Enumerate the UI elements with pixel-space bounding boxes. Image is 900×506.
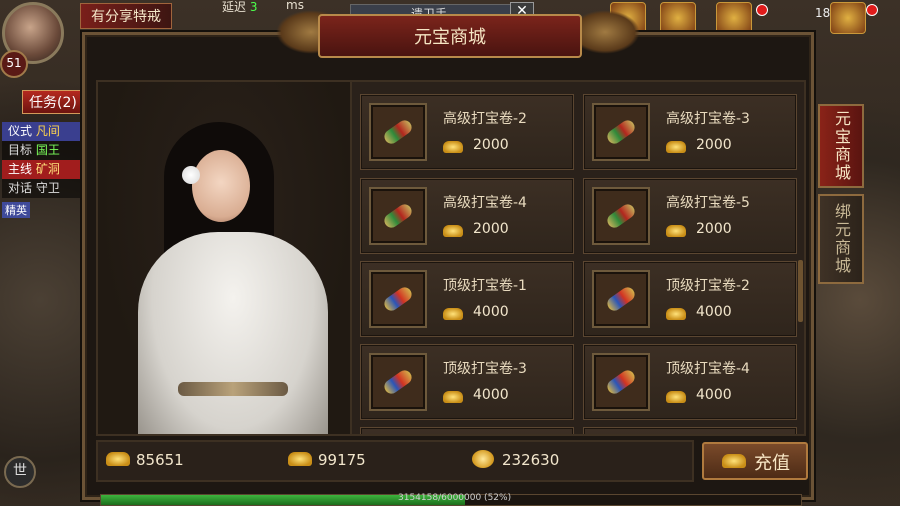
yuanbao-icon [666, 308, 686, 320]
yuanbao-icon [666, 391, 686, 403]
item-icon-frame [369, 103, 427, 161]
character-art-panel [96, 80, 356, 436]
item-name: 高级打宝卷-5 [666, 195, 750, 211]
yuanbao-icon [443, 391, 463, 403]
shop-item-card[interactable]: 高级打宝卷-2 2000 [360, 94, 574, 170]
item-icon-frame [369, 270, 427, 328]
yuanbao-icon [722, 454, 746, 468]
blue-scroll-icon [604, 284, 638, 314]
notification-dot-icon [756, 4, 768, 16]
item-price: 4000 [473, 304, 509, 320]
quest-value: 凡间 [35, 124, 60, 138]
quest-tab[interactable]: 任务(2) [22, 90, 84, 114]
green-scroll-icon [604, 201, 638, 231]
item-price: 4000 [473, 387, 509, 403]
item-price: 4000 [696, 304, 732, 320]
recharge-label: 充值 [754, 453, 790, 474]
notification-dot-icon [866, 4, 878, 16]
character-dress [138, 232, 328, 434]
item-icon-frame [592, 187, 650, 245]
yuanbao-icon [106, 452, 130, 466]
recharge-button[interactable]: 充值 [702, 442, 808, 480]
quest-tag: 目标 [8, 143, 33, 157]
blue-scroll-icon [604, 367, 638, 397]
yuanbao-icon [666, 141, 686, 153]
item-price: 4000 [696, 387, 732, 403]
quest-tag: 仪式 [8, 124, 33, 138]
gift-icon[interactable] [716, 2, 752, 34]
voice-mic-button[interactable]: 世 [4, 456, 36, 488]
quest-row[interactable]: 对话 守卫 [2, 179, 88, 198]
flower-icon [182, 166, 200, 184]
shop-item-card[interactable] [360, 427, 574, 434]
quest-tag: 对话 [8, 181, 33, 195]
currency-bar: 85651 99175 232630 [96, 440, 694, 482]
green-scroll-icon [604, 117, 638, 147]
quest-value: 守卫 [35, 181, 60, 195]
player-level-badge: 51 [0, 50, 28, 78]
item-name: 顶级打宝卷-1 [443, 278, 527, 294]
quest-value: 国王 [35, 143, 60, 157]
quest-row[interactable]: 仪式 凡间 [2, 122, 88, 141]
bound-yuanbao-balance: 99175 [318, 451, 366, 469]
experience-text: 3154158/6000000 (52%) [398, 493, 512, 503]
latency-label-text: 延迟 [222, 0, 247, 14]
gift-icon[interactable] [830, 2, 866, 34]
shop-item-card[interactable]: 顶级打宝卷-1 4000 [360, 261, 574, 337]
item-icon-frame [592, 103, 650, 161]
item-icon-frame [592, 353, 650, 411]
elite-label: 精英 [2, 202, 30, 218]
item-price: 2000 [696, 137, 732, 153]
quest-value: 矿洞 [35, 162, 60, 176]
green-scroll-icon [381, 201, 415, 231]
item-icon-frame [592, 270, 650, 328]
bound-yuanbao-icon [288, 452, 312, 466]
blue-scroll-icon [381, 284, 415, 314]
item-price: 2000 [473, 221, 509, 237]
item-icon-frame [369, 187, 427, 245]
tab-yuanbao-shop[interactable]: 元宝商城 [818, 104, 864, 188]
item-name: 顶级打宝卷-3 [443, 361, 527, 377]
shop-item-card[interactable] [583, 427, 797, 434]
latency-label: 延迟 3 [222, 0, 257, 15]
item-price: 2000 [696, 221, 732, 237]
yuanbao-icon [443, 308, 463, 320]
item-icon-frame [369, 353, 427, 411]
item-name: 高级打宝卷-4 [443, 195, 527, 211]
character-belt [178, 382, 288, 396]
shop-item-card[interactable]: 高级打宝卷-3 2000 [583, 94, 797, 170]
yuanbao-icon [443, 225, 463, 237]
quest-list: 仪式 凡间 目标 国王 主线 矿洞 对话 守卫 [2, 122, 88, 198]
item-name: 顶级打宝卷-4 [666, 361, 750, 377]
blue-scroll-icon [381, 367, 415, 397]
latency-value: 3 [249, 0, 258, 14]
item-name: 顶级打宝卷-2 [666, 278, 750, 294]
items-scrollbar[interactable] [798, 260, 803, 322]
yuanbao-icon [443, 141, 463, 153]
item-name: 高级打宝卷-3 [666, 111, 750, 127]
shop-item-grid[interactable]: 高级打宝卷-2 2000 高级打宝卷-3 2000 高级打宝卷-4 2000 高… [350, 80, 806, 436]
quest-tag: 主线 [8, 162, 33, 176]
item-name: 高级打宝卷-2 [443, 111, 527, 127]
quest-row[interactable]: 主线 矿洞 [2, 160, 88, 179]
tab-bound-yuanbao-shop[interactable]: 绑元商城 [818, 194, 864, 284]
clock-text: 18 [815, 6, 831, 20]
yuanbao-balance: 85651 [136, 451, 184, 469]
character-face [192, 150, 250, 222]
gift-icon[interactable] [660, 2, 696, 34]
green-scroll-icon [381, 117, 415, 147]
shop-item-card[interactable]: 顶级打宝卷-4 4000 [583, 344, 797, 420]
hud-banner-title[interactable]: 有分享特戒 [80, 3, 172, 29]
quest-row[interactable]: 目标 国王 [2, 141, 88, 160]
shop-item-card[interactable]: 高级打宝卷-4 2000 [360, 178, 574, 254]
modal-title: 元宝商城 [318, 14, 582, 58]
gold-coin-icon [472, 450, 494, 468]
item-price: 2000 [473, 137, 509, 153]
shop-item-card[interactable]: 高级打宝卷-5 2000 [583, 178, 797, 254]
shop-item-card[interactable]: 顶级打宝卷-3 4000 [360, 344, 574, 420]
shop-item-card[interactable]: 顶级打宝卷-2 4000 [583, 261, 797, 337]
gold-balance: 232630 [502, 451, 560, 469]
yuanbao-icon [666, 225, 686, 237]
